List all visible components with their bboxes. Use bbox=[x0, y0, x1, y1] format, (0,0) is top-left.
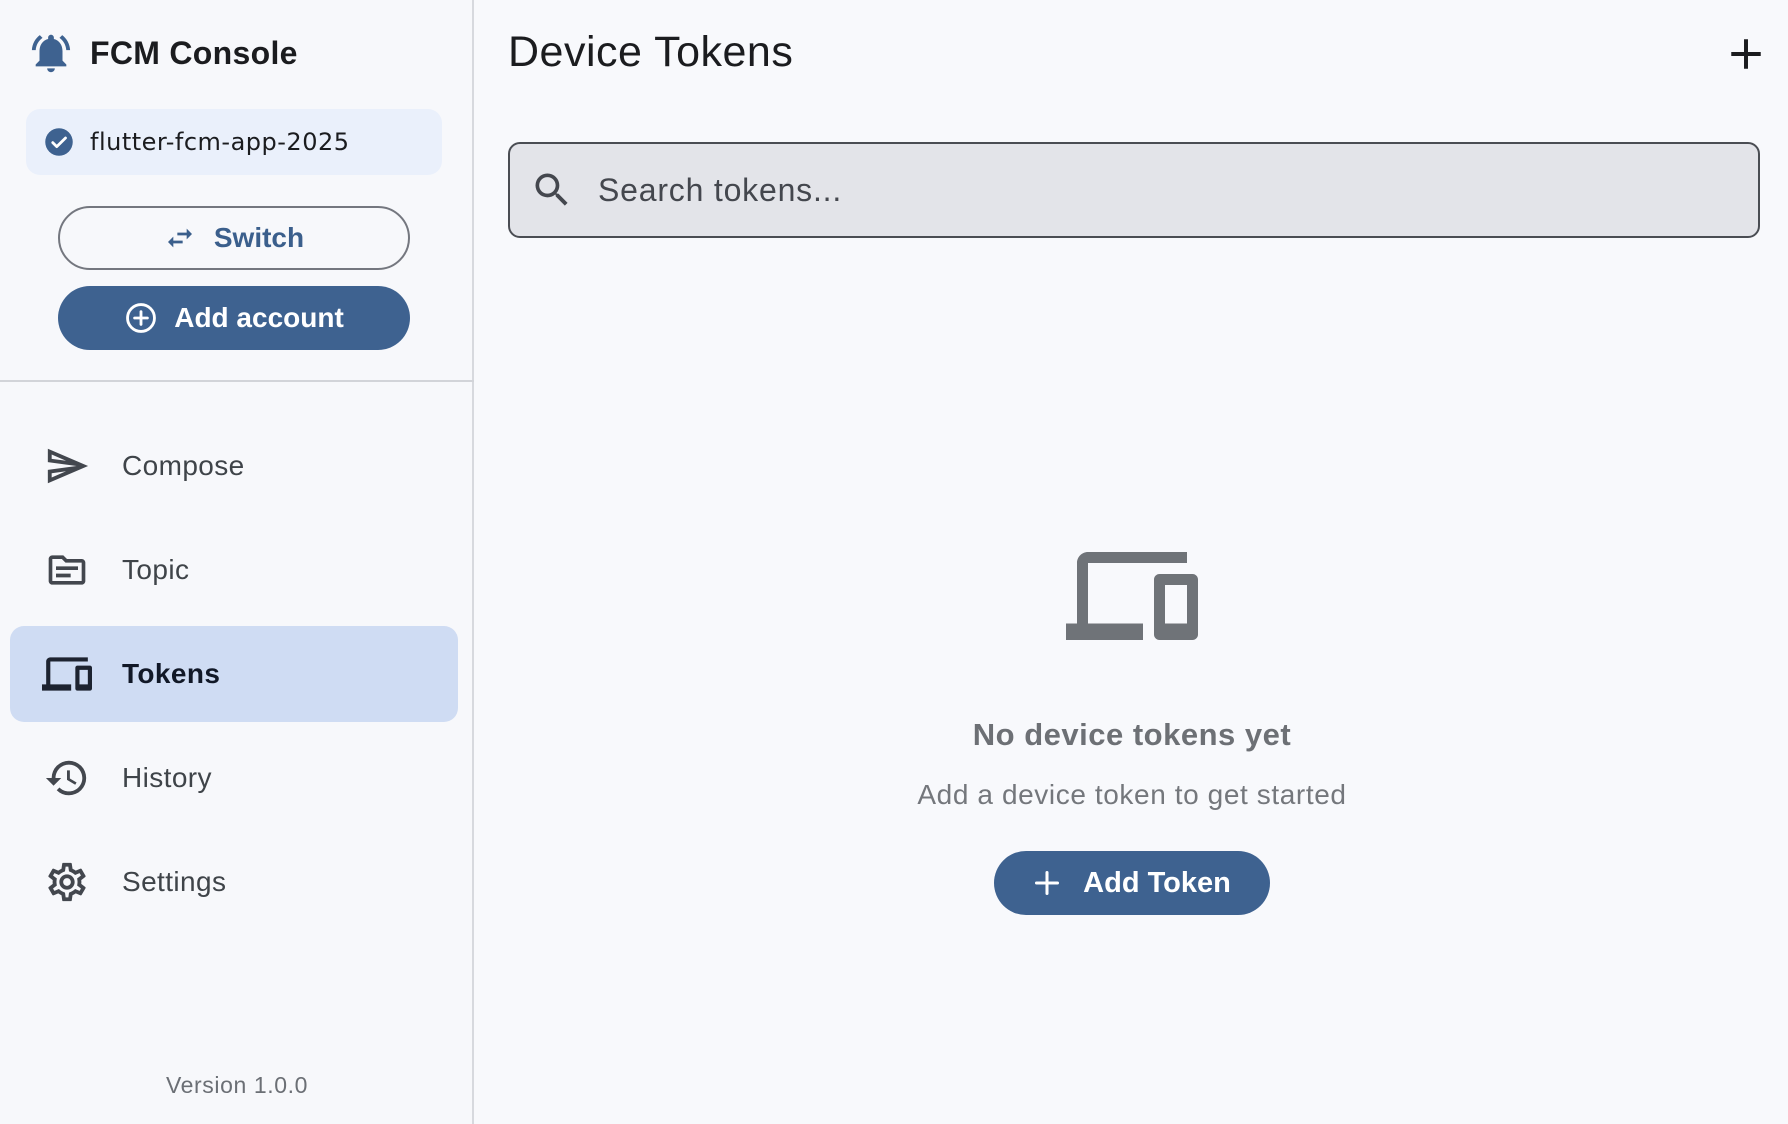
sidebar-item-label: Settings bbox=[122, 866, 227, 897]
add-account-button[interactable]: Add account bbox=[58, 286, 410, 350]
sidebar-item-tokens[interactable]: Tokens bbox=[10, 626, 458, 722]
empty-state: No device tokens yet Add a device token … bbox=[476, 530, 1788, 915]
project-name: flutter-fcm-app-2025 bbox=[90, 128, 350, 156]
gear-icon bbox=[42, 857, 92, 907]
sidebar: FCM Console flutter-fcm-app-2025 Switch … bbox=[0, 0, 474, 1124]
sidebar-item-compose[interactable]: Compose bbox=[10, 418, 458, 514]
page-title: Device Tokens bbox=[508, 28, 794, 76]
swap-icon bbox=[167, 228, 192, 248]
add-token-button[interactable]: Add Token bbox=[994, 851, 1270, 915]
empty-state-title: No device tokens yet bbox=[972, 717, 1292, 752]
project-chip[interactable]: flutter-fcm-app-2025 bbox=[26, 109, 442, 175]
sidebar-divider bbox=[0, 380, 474, 382]
history-icon bbox=[42, 753, 92, 803]
add-token-icon-button[interactable] bbox=[1722, 30, 1770, 78]
sidebar-item-topic[interactable]: Topic bbox=[10, 522, 458, 618]
switch-label: Switch bbox=[213, 222, 305, 253]
brand: FCM Console bbox=[28, 30, 298, 76]
plus-icon bbox=[1731, 39, 1761, 69]
topic-icon bbox=[42, 545, 92, 595]
nav-menu: Compose Topic Tokens History Settings bbox=[10, 418, 458, 938]
search-input[interactable] bbox=[598, 171, 1698, 209]
bell-icon bbox=[28, 30, 74, 76]
add-account-label: Add account bbox=[174, 302, 344, 333]
sidebar-item-label: Tokens bbox=[122, 658, 221, 689]
version-label: Version 1.0.0 bbox=[165, 1072, 309, 1098]
switch-button[interactable]: Switch bbox=[58, 206, 410, 270]
sidebar-item-history[interactable]: History bbox=[10, 730, 458, 826]
send-icon bbox=[42, 441, 92, 491]
sidebar-item-settings[interactable]: Settings bbox=[10, 834, 458, 930]
sidebar-item-label: Compose bbox=[122, 450, 245, 481]
search-icon bbox=[535, 173, 568, 206]
add-circle-icon bbox=[126, 303, 157, 333]
sidebar-item-label: Topic bbox=[122, 554, 190, 585]
devices-icon bbox=[1066, 530, 1198, 667]
check-circle-icon bbox=[44, 127, 74, 157]
main-content: Device Tokens No device tokens yet Add a… bbox=[476, 0, 1788, 1124]
plus-icon bbox=[1035, 870, 1060, 896]
empty-state-subtitle: Add a device token to get started bbox=[917, 779, 1347, 810]
devices-icon bbox=[42, 649, 92, 699]
app-title: FCM Console bbox=[90, 34, 298, 71]
search-field[interactable] bbox=[508, 142, 1760, 238]
sidebar-item-label: History bbox=[122, 762, 212, 793]
add-token-label: Add Token bbox=[1083, 866, 1231, 899]
